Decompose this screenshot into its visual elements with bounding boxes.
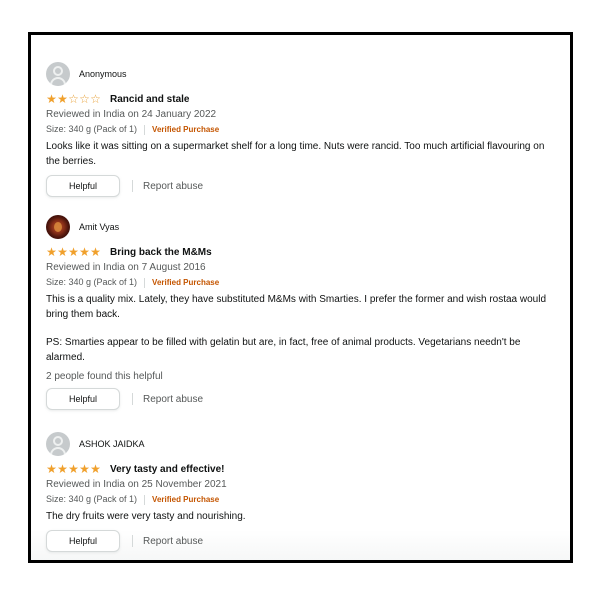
verified-purchase-badge: Verified Purchase xyxy=(152,495,220,504)
reviewer-name[interactable]: Anonymous xyxy=(79,69,127,79)
reviewer-profile[interactable]: Anonymous xyxy=(46,62,558,86)
helpful-button[interactable]: Helpful xyxy=(46,388,120,410)
review-body: This is a quality mix. Lately, they have… xyxy=(46,292,558,365)
star-filled-icon: ★ xyxy=(46,462,57,476)
star-filled-icon: ★ xyxy=(57,462,68,476)
star-empty-icon: ☆ xyxy=(79,92,90,106)
reviewer-name[interactable]: ASHOK JAIDKA xyxy=(79,439,145,449)
star-filled-icon: ★ xyxy=(57,245,68,259)
helpful-button[interactable]: Helpful xyxy=(46,175,120,197)
star-filled-icon: ★ xyxy=(90,245,101,259)
divider xyxy=(144,494,146,505)
review-title[interactable]: Bring back the M&Ms xyxy=(110,247,212,258)
star-filled-icon: ★ xyxy=(79,462,90,476)
divider xyxy=(132,393,133,405)
avatar-default-icon xyxy=(46,62,70,86)
star-filled-icon: ★ xyxy=(57,92,68,106)
review-paragraph: PS: Smarties appear to be filled with ge… xyxy=(46,337,521,363)
reviewer-profile[interactable]: Amit Vyas xyxy=(46,215,558,239)
report-abuse-link[interactable]: Report abuse xyxy=(143,181,203,192)
report-abuse-link[interactable]: Report abuse xyxy=(143,536,203,547)
product-size[interactable]: Size: 340 g (Pack of 1) xyxy=(46,493,137,506)
product-size[interactable]: Size: 340 g (Pack of 1) xyxy=(46,276,137,289)
divider xyxy=(144,277,146,288)
star-empty-icon: ☆ xyxy=(68,92,79,106)
product-size[interactable]: Size: 340 g (Pack of 1) xyxy=(46,123,137,136)
reviewer-profile[interactable]: ASHOK JAIDKA xyxy=(46,432,558,456)
review-title[interactable]: Very tasty and effective! xyxy=(110,464,225,475)
star-filled-icon: ★ xyxy=(68,462,79,476)
star-filled-icon: ★ xyxy=(90,462,101,476)
reviewer-name[interactable]: Amit Vyas xyxy=(79,222,119,232)
verified-purchase-badge: Verified Purchase xyxy=(152,125,220,134)
star-empty-icon: ☆ xyxy=(90,92,101,106)
helpful-button[interactable]: Helpful xyxy=(46,530,120,552)
star-rating[interactable]: ★ ★ ★ ★ ★ xyxy=(46,463,101,475)
report-abuse-link[interactable]: Report abuse xyxy=(143,394,203,405)
review-date: Reviewed in India on 25 November 2021 xyxy=(46,479,227,490)
avatar-photo-icon xyxy=(46,215,70,239)
review-date: Reviewed in India on 24 January 2022 xyxy=(46,109,217,120)
reviews-panel: Anonymous ★ ★ ☆ ☆ ☆ Rancid and stale Reviewe… xyxy=(28,32,573,563)
review-date: Reviewed in India on 7 August 2016 xyxy=(46,262,206,273)
review-body: Looks like it was sitting on a supermark… xyxy=(46,139,558,169)
review-paragraph: The dry fruits were very tasty and nouri… xyxy=(46,511,246,522)
star-filled-icon: ★ xyxy=(46,245,57,259)
review-body: The dry fruits were very tasty and nouri… xyxy=(46,509,558,524)
helpful-count: 2 people found this helpful xyxy=(46,371,163,382)
divider xyxy=(144,124,146,135)
divider xyxy=(132,180,133,192)
review-title[interactable]: Rancid and stale xyxy=(110,94,189,105)
divider xyxy=(132,535,133,547)
star-filled-icon: ★ xyxy=(68,245,79,259)
verified-purchase-badge: Verified Purchase xyxy=(152,278,220,287)
review-item: Amit Vyas ★ ★ ★ ★ ★ Bring back the M&Ms Revi… xyxy=(46,215,558,410)
review-item: ASHOK JAIDKA ★ ★ ★ ★ ★ Very tasty and effect… xyxy=(46,432,558,552)
star-filled-icon: ★ xyxy=(79,245,90,259)
review-paragraph: This is a quality mix. Lately, they have… xyxy=(46,294,547,320)
star-filled-icon: ★ xyxy=(46,92,57,106)
star-rating[interactable]: ★ ★ ★ ★ ★ xyxy=(46,246,101,258)
review-paragraph: Looks like it was sitting on a supermark… xyxy=(46,141,545,167)
star-rating[interactable]: ★ ★ ☆ ☆ ☆ xyxy=(46,93,101,105)
review-item: Anonymous ★ ★ ☆ ☆ ☆ Rancid and stale Reviewe… xyxy=(46,62,558,197)
avatar-default-icon xyxy=(46,432,70,456)
